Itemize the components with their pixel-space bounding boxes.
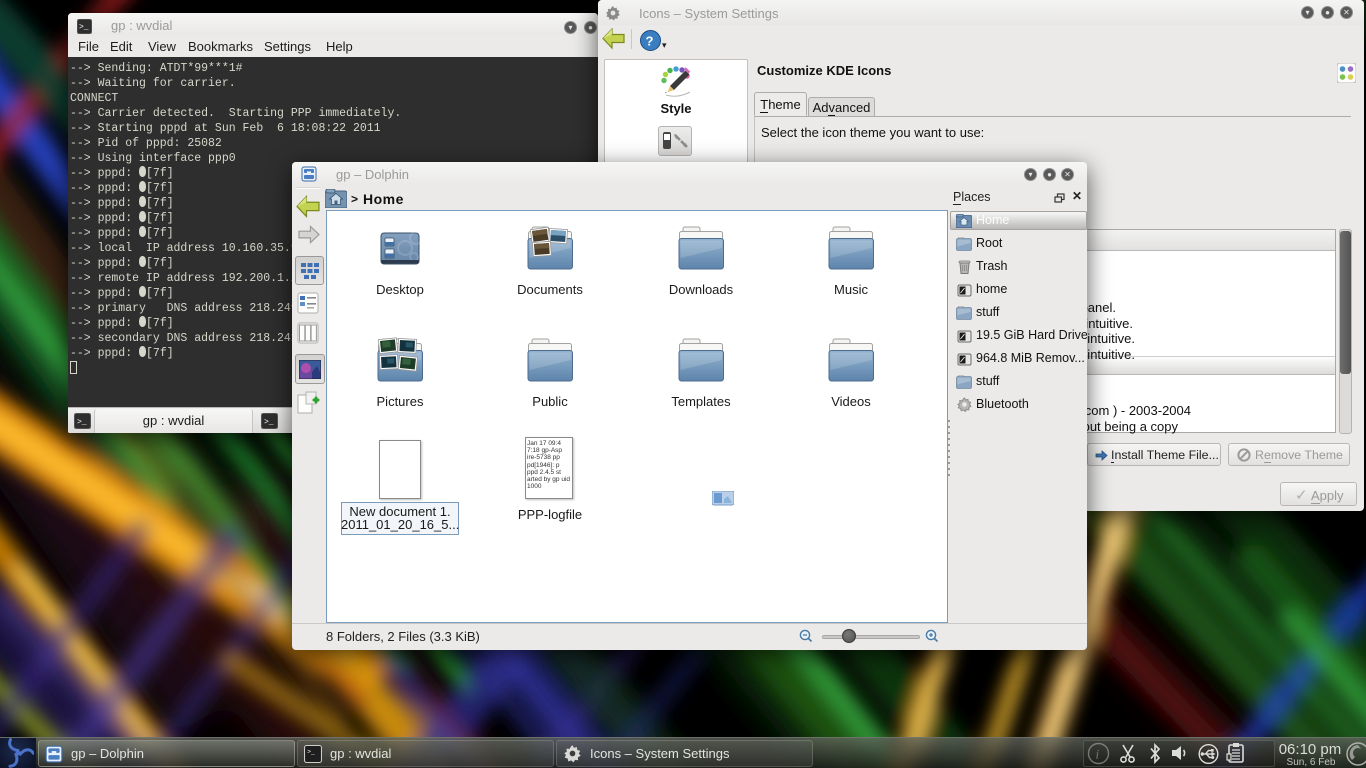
svg-text:>_: >_ (307, 748, 315, 755)
svg-text:i: i (1096, 747, 1100, 762)
svg-text:>_: >_ (79, 23, 89, 32)
svg-text:>_: >_ (264, 418, 274, 427)
svg-text:>_: >_ (77, 418, 87, 427)
svg-text:?: ? (646, 34, 654, 49)
